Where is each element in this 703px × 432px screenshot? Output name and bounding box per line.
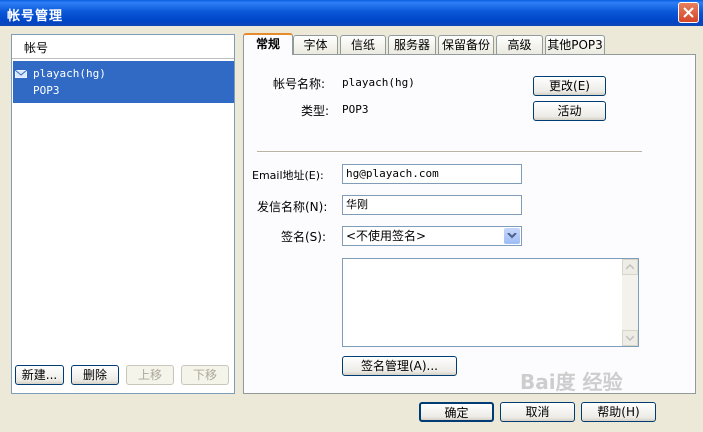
vertical-scrollbar[interactable] — [622, 259, 638, 346]
chevron-down-icon — [507, 233, 517, 239]
signature-select[interactable]: <不使用签名> — [342, 226, 522, 246]
chevron-down-icon — [626, 335, 634, 341]
title-bar: 帐号管理 — [0, 0, 703, 26]
signature-label: 签名(S): — [281, 230, 327, 244]
tab-font[interactable]: 字体 — [293, 35, 338, 54]
change-button[interactable]: 更改(E) — [533, 76, 606, 96]
chevron-up-icon — [626, 264, 634, 270]
scroll-up-button[interactable] — [622, 259, 638, 275]
window-title: 帐号管理 — [7, 9, 64, 24]
new-account-button[interactable]: 新建... — [15, 365, 64, 385]
signature-preview[interactable] — [342, 258, 639, 347]
tab-general[interactable]: 常规 — [243, 33, 293, 55]
close-icon — [683, 7, 694, 18]
move-down-button[interactable]: 下移 — [181, 365, 229, 385]
account-list[interactable]: 帐号 playach(hg) POP3 — [11, 34, 235, 394]
account-name: playach(hg) — [33, 67, 106, 80]
tab-server[interactable]: 服务器 — [388, 35, 436, 54]
account-type: POP3 — [33, 84, 60, 97]
email-label: Email地址(E): — [252, 169, 324, 182]
watermark: Bai度 经验 — [520, 370, 623, 394]
sender-name-label: 发信名称(N): — [257, 200, 328, 214]
close-button[interactable] — [678, 2, 699, 23]
move-up-button[interactable]: 上移 — [126, 365, 174, 385]
scroll-down-button[interactable] — [622, 330, 638, 346]
active-button[interactable]: 活动 — [533, 101, 606, 121]
account-name-label: 帐号名称: — [273, 77, 326, 91]
tab-backup[interactable]: 保留备份 — [438, 35, 494, 54]
delete-account-button[interactable]: 删除 — [71, 365, 119, 385]
ok-button[interactable]: 确定 — [419, 402, 494, 422]
account-list-header: 帐号 — [12, 35, 234, 59]
type-value: POP3 — [342, 103, 369, 116]
sender-name-field[interactable]: 华刚 — [342, 195, 522, 215]
type-label: 类型: — [301, 104, 330, 118]
account-list-item[interactable]: playach(hg) POP3 — [13, 61, 234, 103]
separator — [257, 151, 642, 153]
tab-stationery[interactable]: 信纸 — [340, 35, 386, 54]
signature-manage-button[interactable]: 签名管理(A)... — [342, 356, 457, 376]
tab-advanced[interactable]: 高级 — [496, 35, 543, 54]
email-field[interactable]: hg@playach.com — [342, 164, 522, 184]
tab-other-pop3[interactable]: 其他POP3 — [545, 35, 605, 54]
cancel-button[interactable]: 取消 — [500, 402, 575, 422]
mail-account-icon — [15, 70, 27, 78]
dropdown-button[interactable] — [504, 228, 520, 244]
account-list-header-label: 帐号 — [24, 41, 49, 55]
signature-select-value: <不使用签名> — [346, 229, 427, 243]
account-name-value: playach(hg) — [342, 76, 415, 89]
help-button[interactable]: 帮助(H) — [581, 402, 656, 422]
